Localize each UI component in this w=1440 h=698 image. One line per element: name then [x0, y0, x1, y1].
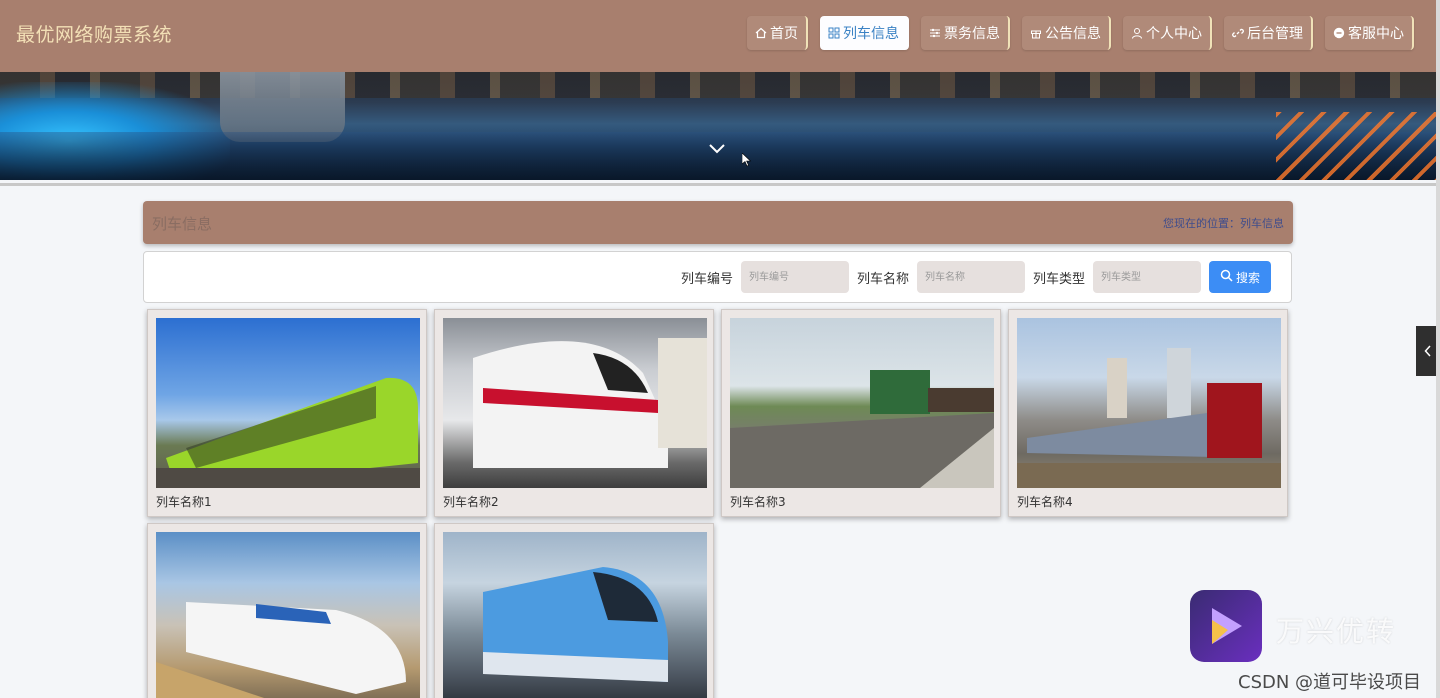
page-title: 列车信息	[152, 215, 213, 233]
nav-item-trains[interactable]: 列车信息	[820, 16, 909, 50]
train-name: 列车名称1	[156, 495, 212, 509]
train-name: 列车名称4	[1017, 495, 1073, 509]
search-panel: 列车编号 列车名称 列车类型 搜索	[143, 251, 1292, 303]
grid-icon	[828, 27, 840, 39]
breadcrumb[interactable]: 您现在的位置：列车信息	[1163, 215, 1284, 231]
nav-item-home[interactable]: 首页	[747, 16, 808, 50]
nav-item-support[interactable]: 客服中心	[1325, 16, 1414, 50]
chat-icon	[1333, 27, 1345, 39]
train-photo	[443, 532, 707, 698]
site-title: 最优网络购票系统	[16, 24, 173, 46]
train-card[interactable]: 列车名称1	[147, 309, 427, 517]
chevron-left-icon	[1424, 342, 1432, 361]
train-photo	[156, 318, 420, 488]
scrollbar-track[interactable]	[1436, 0, 1440, 698]
nav-item-label: 个人中心	[1146, 26, 1202, 42]
train-type-label: 列车类型	[1032, 271, 1085, 287]
nav-item-notices[interactable]: 公告信息	[1022, 16, 1111, 50]
train-name-input[interactable]	[916, 261, 1025, 293]
search-form: 列车编号 列车名称 列车类型 搜索	[681, 261, 1271, 293]
nav-item-profile[interactable]: 个人中心	[1123, 16, 1212, 50]
train-photo	[1017, 318, 1281, 488]
search-button[interactable]: 搜索	[1209, 261, 1271, 293]
train-number-label: 列车编号	[680, 271, 733, 287]
train-card[interactable]: 列车名称3	[721, 309, 1001, 517]
train-card[interactable]	[434, 523, 714, 698]
nav-item-label: 列车信息	[843, 26, 899, 42]
nav-item-admin[interactable]: 后台管理	[1224, 16, 1313, 50]
train-name-label: 列车名称	[856, 271, 909, 287]
nav-item-tickets[interactable]: 票务信息	[921, 16, 1010, 50]
link-icon	[1232, 27, 1244, 39]
train-name: 列车名称3	[730, 495, 786, 509]
search-button-label: 搜索	[1235, 270, 1260, 285]
nav-item-label: 票务信息	[944, 26, 1000, 42]
user-icon	[1131, 27, 1143, 39]
train-name: 列车名称2	[443, 495, 499, 509]
sliders-icon	[929, 27, 941, 39]
hero-banner	[0, 72, 1436, 180]
chevron-down-icon	[708, 140, 726, 159]
search-icon	[1220, 269, 1233, 285]
home-icon	[755, 27, 767, 39]
train-photo	[156, 532, 420, 698]
mouse-cursor-icon	[741, 152, 752, 167]
banner-lights	[1276, 112, 1436, 180]
nav-item-label: 公告信息	[1045, 26, 1101, 42]
watermark-source: CSDN @道可毕设项目	[1238, 672, 1422, 693]
nav-item-label: 首页	[770, 26, 798, 42]
page-header: 列车信息 您现在的位置：列车信息	[143, 201, 1293, 244]
gift-icon	[1030, 27, 1042, 39]
train-photo	[443, 318, 707, 488]
train-card[interactable]	[147, 523, 427, 698]
nav-item-label: 后台管理	[1247, 26, 1303, 42]
train-photo	[730, 318, 994, 488]
top-navbar: 最优网络购票系统 首页 列车信息 票务信息 公告信息 个人中心 后台管理 客服中…	[0, 0, 1436, 72]
train-number-input[interactable]	[740, 261, 849, 293]
nav-item-label: 客服中心	[1348, 26, 1404, 42]
train-type-input[interactable]	[1093, 261, 1201, 293]
main-nav: 首页 列车信息 票务信息 公告信息 个人中心 后台管理 客服中心	[747, 16, 1414, 50]
banner-divider	[0, 183, 1436, 186]
train-card[interactable]: 列车名称2	[434, 309, 714, 517]
watermark-logo-icon	[1190, 590, 1262, 662]
banner-scroll-button[interactable]	[704, 136, 730, 162]
watermark-app-name: 万兴优转	[1276, 615, 1397, 648]
train-card[interactable]: 列车名称4	[1008, 309, 1288, 517]
